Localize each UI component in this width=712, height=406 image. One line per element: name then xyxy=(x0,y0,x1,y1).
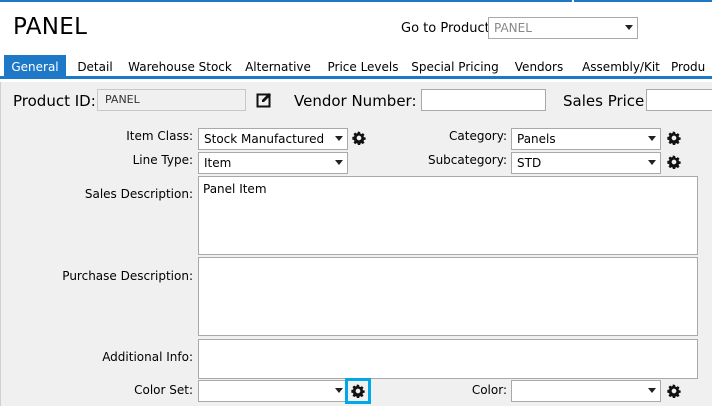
tab-alternative[interactable]: Alternative xyxy=(241,55,315,79)
sales-description-label: Sales Description: xyxy=(84,187,193,201)
additional-info-textarea[interactable] xyxy=(198,339,698,379)
category-value: Panels xyxy=(517,132,556,146)
goto-product-select[interactable]: PANEL xyxy=(488,17,638,39)
color-select[interactable] xyxy=(511,380,661,402)
page-title: PANEL xyxy=(13,14,88,40)
tab-general[interactable]: General xyxy=(4,55,66,79)
item-class-label: Item Class: xyxy=(126,129,193,143)
line-type-label: Line Type: xyxy=(132,153,193,167)
sales-price-input[interactable] xyxy=(646,89,712,111)
subcategory-select[interactable]: STD xyxy=(511,152,661,174)
top-accent-gap xyxy=(572,0,574,2)
category-settings-button[interactable] xyxy=(664,128,684,148)
product-id-field: PANEL xyxy=(97,89,246,111)
tab-bar: General Detail Warehouse Stock Alternati… xyxy=(0,55,712,79)
chevron-down-icon xyxy=(335,388,343,393)
subcategory-value: STD xyxy=(517,156,542,170)
tab-detail[interactable]: Detail xyxy=(70,55,120,79)
tab-warehouse-stock[interactable]: Warehouse Stock xyxy=(127,55,233,79)
chevron-down-icon xyxy=(335,136,343,141)
subcategory-label: Subcategory: xyxy=(427,153,507,167)
purchase-description-label: Purchase Description: xyxy=(62,269,193,283)
line-type-value: Item xyxy=(204,156,232,170)
chevron-down-icon xyxy=(648,160,656,165)
line-type-select[interactable]: Item xyxy=(198,152,348,174)
goto-product-label: Go to Product: xyxy=(401,21,495,36)
item-class-settings-button[interactable] xyxy=(349,128,369,148)
goto-product-value: PANEL xyxy=(494,21,532,35)
sales-description-textarea[interactable]: Panel Item xyxy=(198,176,698,255)
color-label: Color: xyxy=(471,383,507,397)
color-set-select[interactable] xyxy=(198,380,348,402)
chevron-down-icon xyxy=(625,25,633,30)
purchase-description-textarea[interactable] xyxy=(198,257,698,336)
chevron-down-icon xyxy=(648,136,656,141)
tab-special-pricing[interactable]: Special Pricing xyxy=(410,55,500,79)
subcategory-settings-button[interactable] xyxy=(664,152,684,172)
tab-assembly-kit[interactable]: Assembly/Kit xyxy=(579,55,663,79)
vendor-number-input[interactable] xyxy=(421,89,546,111)
tab-vendors[interactable]: Vendors xyxy=(508,55,570,79)
item-class-select[interactable]: Stock Manufactured Me xyxy=(198,128,348,150)
tab-price-levels[interactable]: Price Levels xyxy=(323,55,403,79)
edit-product-id-button[interactable] xyxy=(254,90,274,110)
gear-icon xyxy=(667,131,681,145)
additional-info-label: Additional Info: xyxy=(102,350,193,364)
vendor-number-label: Vendor Number: xyxy=(294,92,417,110)
chevron-down-icon xyxy=(648,388,656,393)
color-set-settings-button[interactable] xyxy=(345,378,371,404)
gear-icon xyxy=(352,131,366,145)
edit-icon xyxy=(256,93,271,108)
product-id-label: Product ID: xyxy=(13,92,96,110)
category-select[interactable]: Panels xyxy=(511,128,661,150)
gear-icon xyxy=(667,155,681,169)
tab-production[interactable]: Produ xyxy=(671,55,712,79)
category-label: Category: xyxy=(449,129,507,143)
color-settings-button[interactable] xyxy=(664,381,684,401)
top-accent-line xyxy=(0,0,712,2)
sales-price-label: Sales Price: xyxy=(563,92,650,110)
chevron-down-icon xyxy=(335,160,343,165)
gear-icon xyxy=(351,384,365,398)
gear-icon xyxy=(667,384,681,398)
color-set-label: Color Set: xyxy=(134,383,193,397)
item-class-value: Stock Manufactured Me xyxy=(204,132,329,146)
